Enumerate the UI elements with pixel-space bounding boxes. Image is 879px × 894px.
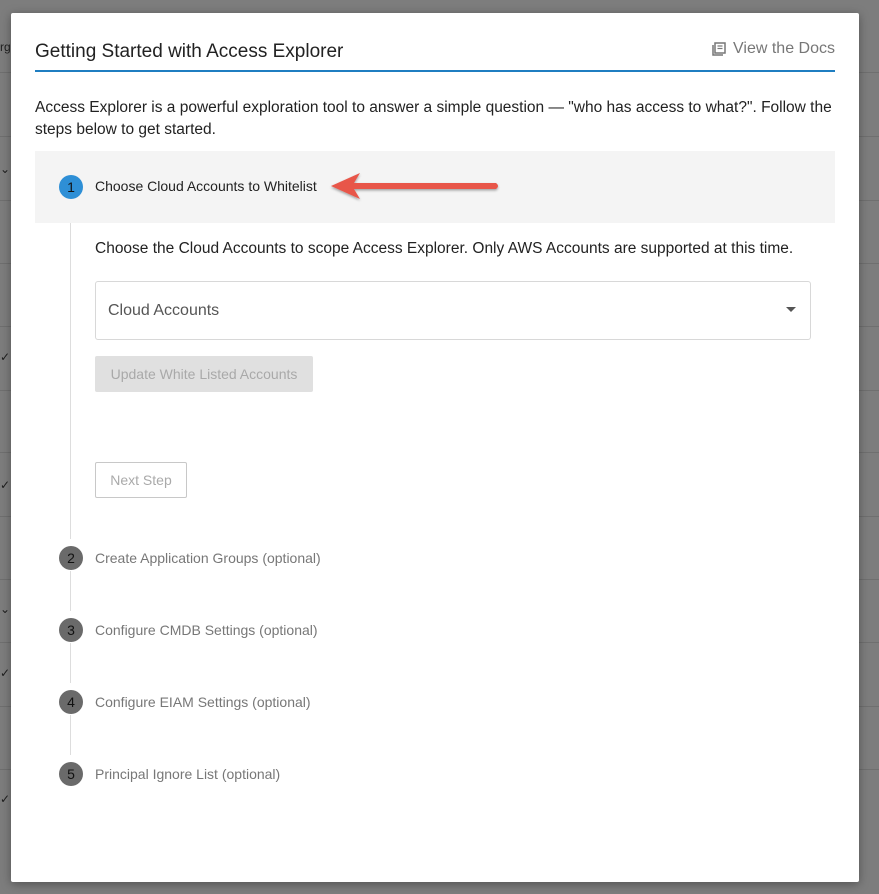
background-chevron-icon: ⌄: [0, 602, 11, 616]
book-icon: [712, 42, 726, 56]
stepper-connector: [70, 643, 71, 683]
view-docs-link[interactable]: View the Docs: [712, 40, 835, 58]
background-chevron-icon: ⌄: [0, 162, 11, 176]
step-5-number: 5: [59, 762, 83, 786]
next-step-button[interactable]: Next Step: [95, 462, 187, 498]
step-2-number: 2: [59, 546, 83, 570]
step-3-number: 3: [59, 618, 83, 642]
stepper-connector: [70, 715, 71, 755]
background-check-icon: ✓: [0, 666, 11, 680]
step-1-label: Choose Cloud Accounts to Whitelist: [95, 178, 317, 194]
step-5-label[interactable]: Principal Ignore List (optional): [95, 766, 280, 782]
cloud-accounts-select[interactable]: Cloud Accounts: [95, 281, 811, 340]
modal-header: Getting Started with Access Explorer Vie…: [35, 39, 835, 72]
background-text-fragment: rg: [0, 40, 11, 54]
annotation-arrow-icon: [331, 173, 498, 199]
step-3-label[interactable]: Configure CMDB Settings (optional): [95, 622, 318, 638]
getting-started-modal: Getting Started with Access Explorer Vie…: [11, 13, 859, 882]
background-check-icon: ✓: [0, 350, 11, 364]
step-1-description: Choose the Cloud Accounts to scope Acces…: [95, 240, 794, 257]
intro-text: Access Explorer is a powerful exploratio…: [35, 99, 832, 138]
background-check-icon: ✓: [0, 792, 11, 806]
view-docs-label: View the Docs: [733, 40, 835, 57]
caret-down-icon: [786, 307, 796, 312]
update-white-listed-accounts-button[interactable]: Update White Listed Accounts: [95, 356, 313, 392]
cloud-accounts-placeholder: Cloud Accounts: [108, 302, 220, 319]
step-4-number: 4: [59, 690, 83, 714]
step-1-number: 1: [59, 175, 83, 199]
step-2-label[interactable]: Create Application Groups (optional): [95, 550, 321, 566]
step-4-label[interactable]: Configure EIAM Settings (optional): [95, 694, 311, 710]
stepper-connector: [70, 199, 71, 539]
modal-title: Getting Started with Access Explorer: [35, 41, 344, 62]
stepper-connector: [70, 571, 71, 611]
background-check-icon: ✓: [0, 478, 11, 492]
